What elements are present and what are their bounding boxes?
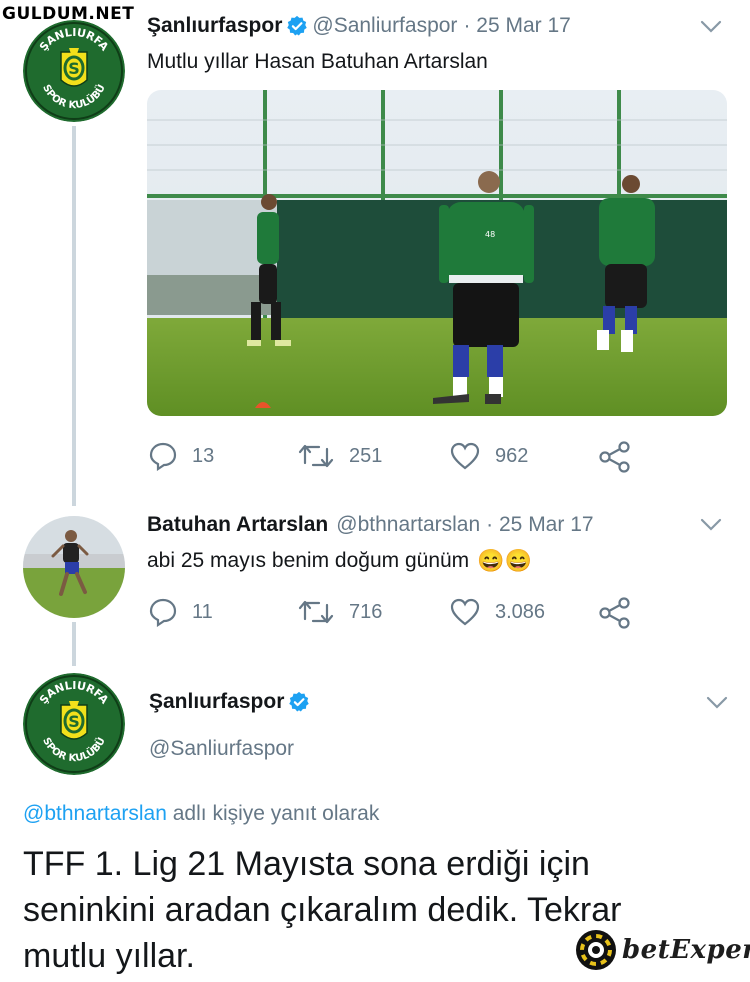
football-training-photo: 48 <box>147 90 727 416</box>
like-button[interactable]: 962 <box>449 441 528 471</box>
verified-badge-icon <box>287 15 308 36</box>
chevron-down-icon[interactable] <box>700 518 722 532</box>
svg-text:S: S <box>68 712 80 731</box>
club-logo: ŞANLIURFA SPOR KULÜBÜ S <box>23 20 125 122</box>
tweet1-handle[interactable]: @Sanliurfaspor <box>312 14 457 38</box>
watermark-bottom-text: betExper <box>622 935 750 965</box>
svg-text:S: S <box>68 59 80 78</box>
heart-icon <box>450 598 480 626</box>
retweet-button[interactable]: 716 <box>297 597 382 627</box>
share-button[interactable] <box>598 441 646 473</box>
heart-icon <box>450 442 480 470</box>
chevron-down-icon[interactable] <box>700 20 722 34</box>
tweet1-photo[interactable]: 48 <box>147 90 727 416</box>
verified-badge-icon <box>289 691 310 712</box>
jersey-number: 48 <box>485 230 495 239</box>
retweet-count: 251 <box>349 444 383 467</box>
tweet2-text-row: abi 25 mayıs benim doğum günüm 😄😄 <box>147 548 532 574</box>
club-logo: ŞANLIURFA SPOR KULÜBÜ S <box>23 673 125 775</box>
tweet2-header: Batuhan Artarslan @bthnartarslan · 25 Ma… <box>147 513 594 537</box>
reply-count: 11 <box>192 600 213 623</box>
tweet3-name[interactable]: Şanlıurfaspor <box>149 690 284 714</box>
like-button[interactable]: 3.086 <box>449 597 545 627</box>
watermark-top: GULDUM.NET <box>2 4 135 24</box>
like-count: 3.086 <box>495 600 546 623</box>
sanliurfaspor-avatar[interactable]: ŞANLIURFA SPOR KULÜBÜ S <box>23 20 125 122</box>
tweet3-text-line1: TFF 1. Lig 21 Mayısta sona erdiği için <box>23 845 590 883</box>
tweet2-date[interactable]: · 25 Mar 17 <box>486 513 593 537</box>
sanliurfaspor-avatar[interactable]: ŞANLIURFA SPOR KULÜBÜ S <box>23 673 125 775</box>
share-icon <box>599 597 630 629</box>
tweet3-handle[interactable]: @Sanliurfaspor <box>149 737 294 761</box>
tweet1-name[interactable]: Şanlıurfaspor <box>147 14 282 38</box>
batuhan-avatar[interactable] <box>23 516 125 618</box>
reply-mention-link[interactable]: @bthnartarslan <box>23 802 167 825</box>
reply-count: 13 <box>192 444 215 467</box>
share-icon <box>599 441 630 473</box>
tweet2-handle[interactable]: @bthnartarslan <box>336 513 480 537</box>
tweet3-name-row: Şanlıurfaspor <box>149 690 314 714</box>
retweet-button[interactable]: 251 <box>297 441 382 471</box>
replying-to: @bthnartarslan adlı kişiye yanıt olarak <box>23 802 379 826</box>
reply-button[interactable]: 13 <box>148 441 214 471</box>
tweet2-name[interactable]: Batuhan Artarslan <box>147 513 328 537</box>
reply-icon <box>149 598 177 627</box>
tweet3-text-line2: seninkini aradan çıkaralım dedik. Tekrar <box>23 891 622 929</box>
tweet1-text: Mutlu yıllar Hasan Batuhan Artarslan <box>147 50 488 73</box>
chip-logo-icon <box>576 930 616 970</box>
grinning-emoji: 😄😄 <box>477 548 532 573</box>
retweet-icon <box>298 600 334 624</box>
watermark-bottom: betExper <box>574 928 750 972</box>
reply-icon <box>149 442 177 471</box>
retweet-icon <box>298 444 334 468</box>
like-count: 962 <box>495 444 529 467</box>
tweet1-header: Şanlıurfaspor @Sanliurfaspor · 25 Mar 17 <box>147 14 571 38</box>
share-button[interactable] <box>598 597 646 629</box>
reply-suffix: adlı kişiye yanıt olarak <box>172 802 380 825</box>
tweet1-date[interactable]: · 25 Mar 17 <box>463 14 570 38</box>
tweet2-text: abi 25 mayıs benim doğum günüm <box>147 549 470 572</box>
retweet-count: 716 <box>349 600 383 623</box>
thread-line-2 <box>72 622 76 666</box>
reply-button[interactable]: 11 <box>148 597 213 627</box>
chevron-down-icon[interactable] <box>706 696 728 710</box>
player-running-photo <box>23 516 125 618</box>
thread-line-1 <box>72 126 76 506</box>
